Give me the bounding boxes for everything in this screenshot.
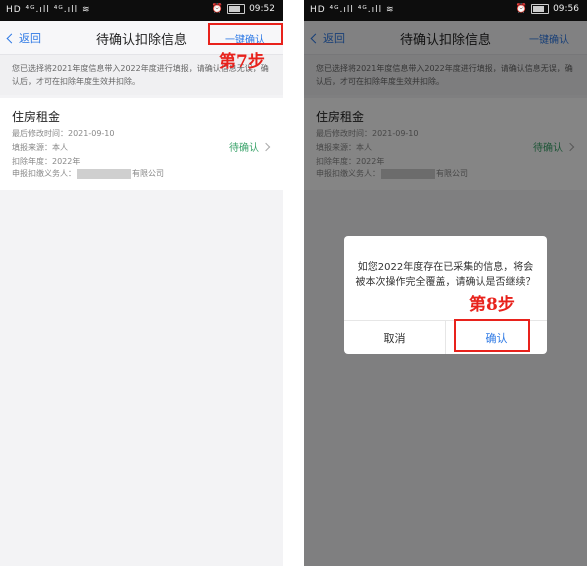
pending-status[interactable]: 待确认 [229, 139, 271, 154]
highlight-box [208, 23, 283, 45]
right-phone-screen: HD ⁴ᴳ.ıll ⁴ᴳ.ıll ≋ ⏰ 09:56 返回 待确认扣除信息 一键… [304, 0, 587, 566]
status-bar: HD ⁴ᴳ.ıll ⁴ᴳ.ıll ≋ ⏰ 09:52 [0, 0, 283, 21]
alarm-icon: ⏰ [515, 4, 528, 14]
cancel-button[interactable]: 取消 [344, 330, 445, 346]
dialog-message: 如您2022年度存在已采集的信息，将会被本次操作完全覆盖，请确认是否继续？ [355, 262, 536, 288]
step-label: 第7步 [219, 52, 265, 72]
highlight-box [454, 319, 530, 352]
agent-prefix: 申报扣缴义务人： [12, 169, 76, 178]
modified-time: 最后修改时间：2021-09-10 [12, 129, 115, 138]
alarm-icon: ⏰ [211, 4, 224, 14]
battery-icon [531, 4, 550, 14]
agent-suffix: 有限公司 [132, 169, 164, 178]
fill-source: 填报来源：本人 [12, 143, 68, 152]
redacted-block [77, 168, 131, 179]
chevron-right-icon [261, 142, 271, 151]
battery-icon [227, 4, 246, 14]
card-title: 住房租金 [12, 110, 61, 124]
deduction-card[interactable]: 住房租金 最后修改时间：2021-09-10 填报来源：本人 扣除年度：2022… [0, 98, 283, 190]
deduction-year: 扣除年度：2022年 [12, 157, 81, 166]
status-bar: HD ⁴ᴳ.ıll ⁴ᴳ.ıll ≋ ⏰ 09:56 [304, 0, 587, 21]
status-time: 09:52 [249, 4, 275, 14]
signal-icon: HD ⁴ᴳ.ıll ⁴ᴳ.ıll ≋ [6, 5, 91, 15]
left-phone-screen: HD ⁴ᴳ.ıll ⁴ᴳ.ıll ≋ ⏰ 09:52 返回 待确认扣除信息 一键… [0, 0, 283, 566]
pending-label: 待确认 [229, 143, 259, 154]
withholding-agent: 申报扣缴义务人： 有限公司 [12, 168, 164, 179]
step-label: 第8步 [469, 295, 515, 315]
status-time: 09:56 [553, 4, 579, 14]
signal-icon: HD ⁴ᴳ.ıll ⁴ᴳ.ıll ≋ [310, 5, 395, 15]
